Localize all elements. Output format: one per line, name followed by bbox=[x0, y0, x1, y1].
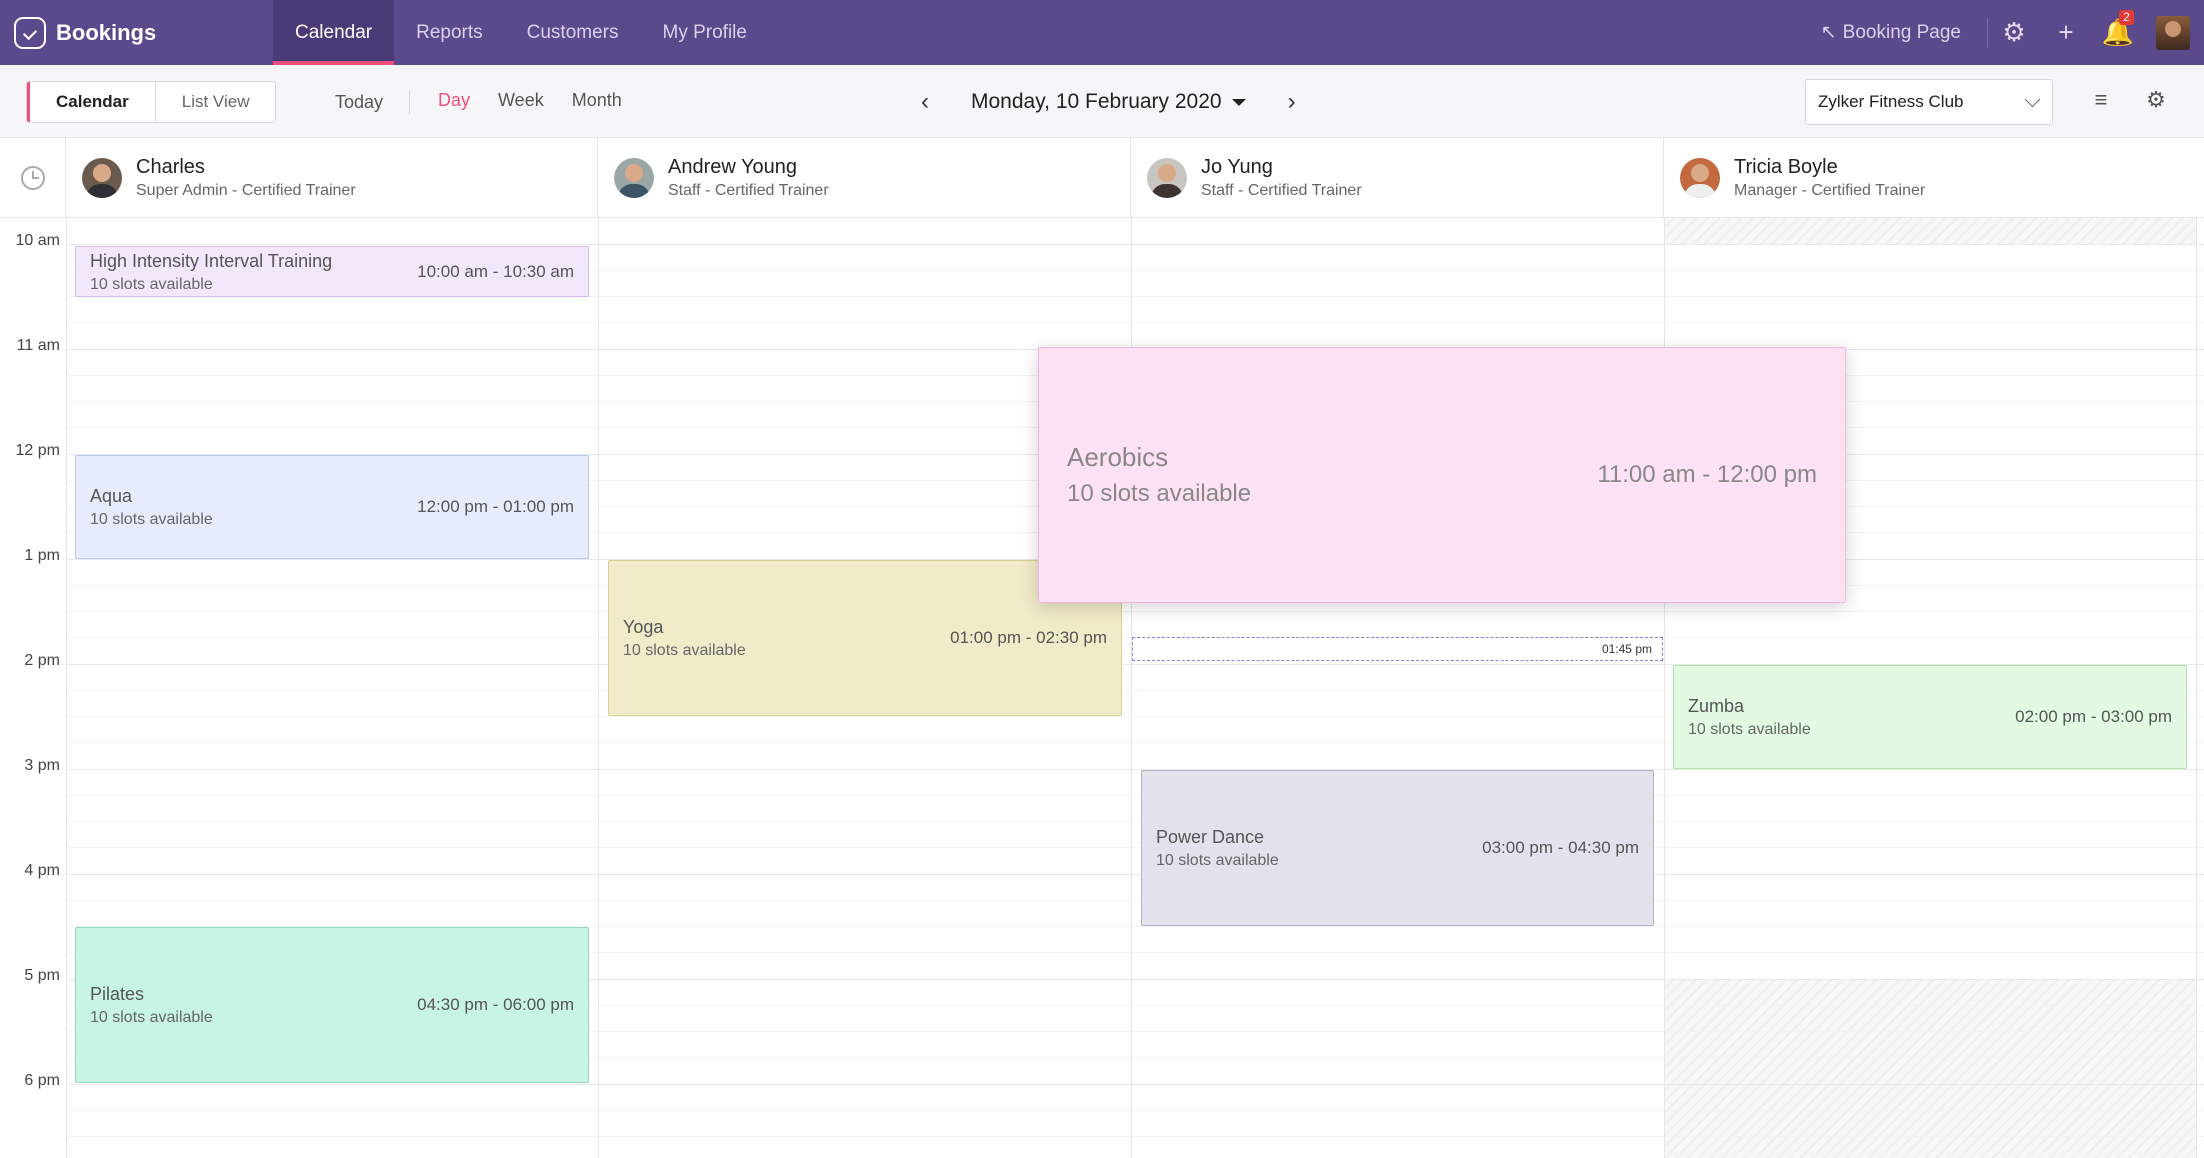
calendar-view-button[interactable]: Calendar bbox=[27, 82, 156, 122]
event-title: Pilates bbox=[90, 984, 145, 1004]
tab-customers[interactable]: Customers bbox=[505, 0, 641, 65]
tab-my-profile[interactable]: My Profile bbox=[641, 0, 769, 65]
event-slots: 10 slots available bbox=[1688, 721, 1811, 738]
staff-role: Super Admin - Certified Trainer bbox=[136, 182, 356, 199]
staff-role: Staff - Certified Trainer bbox=[1201, 182, 1362, 199]
view-toggle: Calendar List View bbox=[26, 81, 277, 123]
time-label: 2 pm bbox=[24, 652, 60, 669]
current-time-marker: 01:45 pm bbox=[1132, 637, 1663, 661]
tab-reports[interactable]: Reports bbox=[394, 0, 505, 65]
staff-column-jo-yung[interactable]: Jo Yung Staff - Certified Trainer bbox=[1131, 138, 1664, 218]
calendar-settings-icon[interactable]: ⚙ bbox=[2141, 87, 2171, 113]
event-title: Power Dance bbox=[1156, 827, 1265, 847]
app-name: Bookings bbox=[56, 20, 157, 45]
staff-name: Andrew Young bbox=[668, 156, 798, 178]
event-title: Yoga bbox=[623, 617, 664, 637]
time-label: 11 am bbox=[16, 337, 60, 354]
event-title: High Intensity Interval Training bbox=[90, 250, 333, 271]
staff-column-charles[interactable]: Charles Super Admin - Certified Trainer bbox=[66, 138, 598, 218]
staff-name: Jo Yung bbox=[1201, 156, 1273, 178]
tab-calendar[interactable]: Calendar bbox=[273, 0, 395, 65]
time-label: 3 pm bbox=[24, 757, 60, 774]
staff-column-andrew-young[interactable]: Andrew Young Staff - Certified Trainer bbox=[598, 138, 1131, 218]
event-slots: 10 slots available bbox=[90, 275, 213, 293]
bookings-logo-icon bbox=[14, 17, 46, 49]
staff-name: Tricia Boyle bbox=[1734, 156, 1838, 178]
chevron-down-icon bbox=[2024, 91, 2041, 108]
clock-icon bbox=[20, 166, 45, 190]
app-logo[interactable]: Bookings bbox=[14, 17, 156, 49]
list-view-button[interactable]: List View bbox=[156, 82, 276, 122]
range-day-tab[interactable]: Day bbox=[438, 90, 470, 111]
range-month-tab[interactable]: Month bbox=[572, 90, 622, 111]
event-title: Zumba bbox=[1688, 696, 1745, 716]
day-grid: 10 am 11 am 12 pm 1 pm 2 pm 3 pm 4 pm 5 … bbox=[0, 218, 2204, 1158]
time-label: 5 pm bbox=[24, 967, 60, 984]
avatar bbox=[614, 158, 654, 198]
avatar bbox=[82, 158, 122, 198]
top-nav: Bookings Calendar Reports Customers My P… bbox=[0, 0, 2204, 65]
sort-icon[interactable]: ≡ bbox=[2086, 87, 2116, 113]
booking-page-link[interactable]: ↖ Booking Page bbox=[1820, 17, 1988, 48]
event-slots: 10 slots available bbox=[90, 1009, 213, 1026]
bookings-app: Bookings Calendar Reports Customers My P… bbox=[0, 0, 2204, 1158]
date-navigator: ‹ Monday, 10 February 2020 › bbox=[915, 82, 1302, 122]
time-label: 10 am bbox=[15, 232, 60, 249]
time-label: 6 pm bbox=[24, 1072, 60, 1089]
staff-role: Staff - Certified Trainer bbox=[668, 182, 829, 199]
event-time: 04:30 pm - 06:00 pm bbox=[417, 995, 574, 1014]
today-button[interactable]: Today bbox=[335, 90, 411, 114]
event-slots: 10 slots available bbox=[623, 642, 746, 659]
time-label: 12 pm bbox=[15, 442, 60, 459]
time-column-header bbox=[0, 138, 66, 218]
current-date[interactable]: Monday, 10 February 2020 bbox=[971, 90, 1246, 114]
event-time: 02:00 pm - 03:00 pm bbox=[2015, 707, 2172, 726]
staff-role: Manager - Certified Trainer bbox=[1734, 182, 1926, 199]
event-time: 10:00 am - 10:30 am bbox=[417, 261, 574, 281]
range-week-tab[interactable]: Week bbox=[498, 90, 544, 111]
time-label: 1 pm bbox=[24, 547, 60, 564]
notifications-button[interactable]: 🔔 2 bbox=[2092, 0, 2144, 65]
user-avatar[interactable] bbox=[2156, 15, 2190, 50]
event-aqua[interactable]: Aqua 10 slots available 12:00 pm - 01:00… bbox=[75, 455, 589, 559]
nav-tabs: Calendar Reports Customers My Profile bbox=[273, 0, 769, 65]
chevron-right-icon[interactable]: › bbox=[1282, 88, 1302, 116]
workspace-value: Zylker Fitness Club bbox=[1818, 92, 1964, 111]
event-title: Aqua bbox=[90, 486, 133, 506]
staff-header: Charles Super Admin - Certified Trainer … bbox=[0, 138, 2204, 218]
event-time: 12:00 pm - 01:00 pm bbox=[417, 497, 574, 516]
nav-actions: ↖ Booking Page ⚙ + 🔔 2 bbox=[1821, 0, 2190, 65]
avatar bbox=[1680, 158, 1720, 198]
event-power-dance[interactable]: Power Dance 10 slots available 03:00 pm … bbox=[1141, 770, 1654, 926]
add-icon[interactable]: + bbox=[2040, 0, 2092, 65]
range-tabs: Day Week Month bbox=[438, 90, 622, 111]
event-slots: 10 slots available bbox=[1156, 852, 1279, 869]
event-hiit[interactable]: High Intensity Interval Training 10 slot… bbox=[75, 246, 589, 297]
chevron-left-icon[interactable]: ‹ bbox=[915, 88, 935, 116]
booking-page-label: Booking Page bbox=[1842, 21, 1961, 43]
event-aerobics[interactable]: Aerobics 10 slots available 11:00 am - 1… bbox=[1038, 347, 1846, 603]
cursor-icon: ↖ bbox=[1820, 22, 1837, 43]
event-time: 11:00 am - 12:00 pm bbox=[1597, 461, 1817, 488]
event-title: Aerobics bbox=[1067, 442, 1169, 472]
settings-icon[interactable]: ⚙ bbox=[1988, 0, 2040, 65]
event-time: 03:00 pm - 04:30 pm bbox=[1482, 838, 1639, 857]
time-label: 4 pm bbox=[24, 862, 60, 879]
event-zumba[interactable]: Zumba 10 slots available 02:00 pm - 03:0… bbox=[1673, 665, 2187, 769]
event-time: 01:00 pm - 02:30 pm bbox=[950, 628, 1107, 647]
workspace-select[interactable]: Zylker Fitness Club bbox=[1805, 79, 2053, 125]
event-slots: 10 slots available bbox=[90, 511, 213, 528]
avatar bbox=[1147, 158, 1187, 198]
calendar-toolbar: Calendar List View Today Day Week Month … bbox=[0, 65, 2204, 138]
notification-badge: 2 bbox=[2119, 10, 2134, 25]
staff-column-tricia-boyle[interactable]: Tricia Boyle Manager - Certified Trainer bbox=[1664, 138, 2204, 218]
unavailable-block bbox=[1664, 218, 2196, 244]
staff-name: Charles bbox=[136, 156, 205, 178]
event-pilates[interactable]: Pilates 10 slots available 04:30 pm - 06… bbox=[75, 927, 589, 1083]
event-slots: 10 slots available bbox=[1067, 480, 1252, 507]
